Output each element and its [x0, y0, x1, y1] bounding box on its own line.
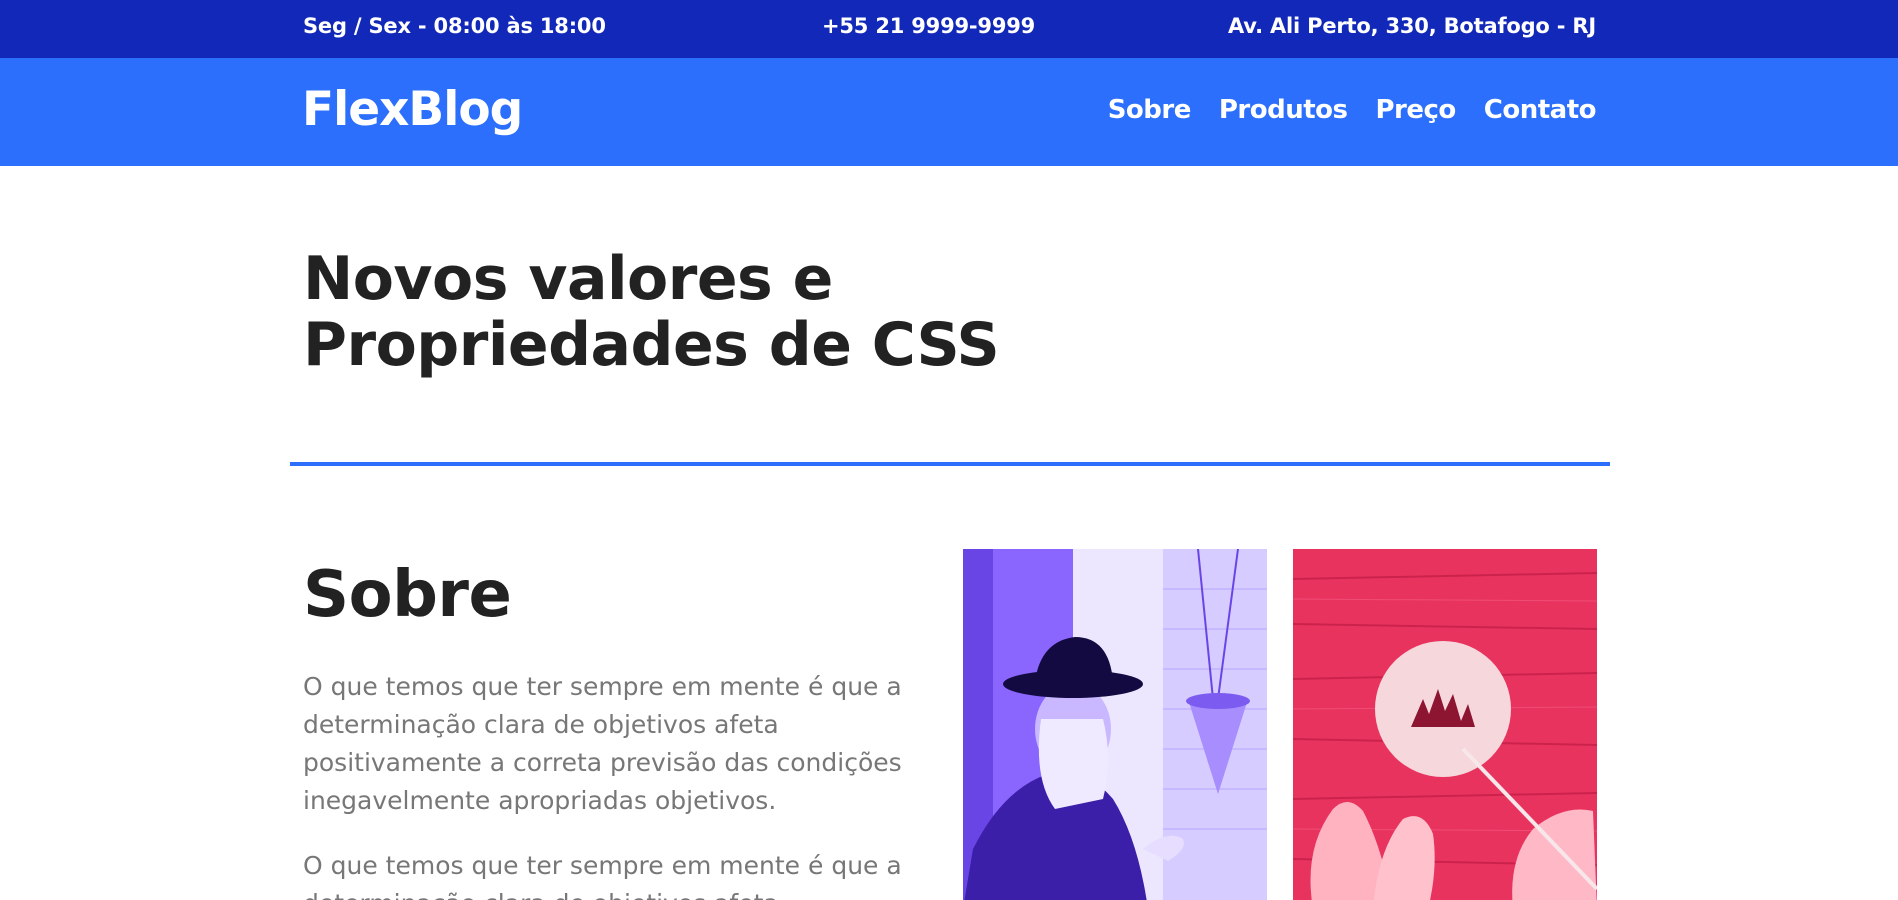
nav-link-sobre[interactable]: Sobre — [1108, 95, 1192, 125]
nav-link-produtos[interactable]: Produtos — [1219, 95, 1348, 125]
about-heading: Sobre — [303, 558, 512, 632]
nav-link-preco[interactable]: Preço — [1375, 95, 1456, 125]
about-paragraph-1: O que temos que ter sempre em mente é qu… — [303, 672, 902, 815]
page-title-line-1: Novos valores e — [303, 244, 833, 314]
hands-painting-photo — [1293, 549, 1597, 900]
page-title-line-2: Propriedades de CSS — [303, 310, 1000, 380]
opening-hours: Seg / Sex - 08:00 às 18:00 — [303, 14, 606, 38]
main-nav: Sobre Produtos Preço Contato — [1108, 95, 1597, 125]
nav-link-contato[interactable]: Contato — [1484, 95, 1597, 125]
page-title: Novos valores e Propriedades de CSS — [303, 246, 1023, 378]
section-divider — [290, 462, 1610, 466]
site-logo[interactable]: FlexBlog — [302, 82, 523, 137]
top-info-bar: Seg / Sex - 08:00 às 18:00 +55 21 9999-9… — [0, 0, 1898, 58]
main-header: FlexBlog Sobre Produtos Preço Contato — [0, 58, 1898, 166]
woman-with-hat-photo — [963, 549, 1267, 900]
about-paragraph-2: O que temos que ter sempre em mente é qu… — [303, 851, 902, 900]
phone-number: +55 21 9999-9999 — [822, 14, 1036, 38]
address: Av. Ali Perto, 330, Botafogo - RJ — [1228, 14, 1596, 38]
